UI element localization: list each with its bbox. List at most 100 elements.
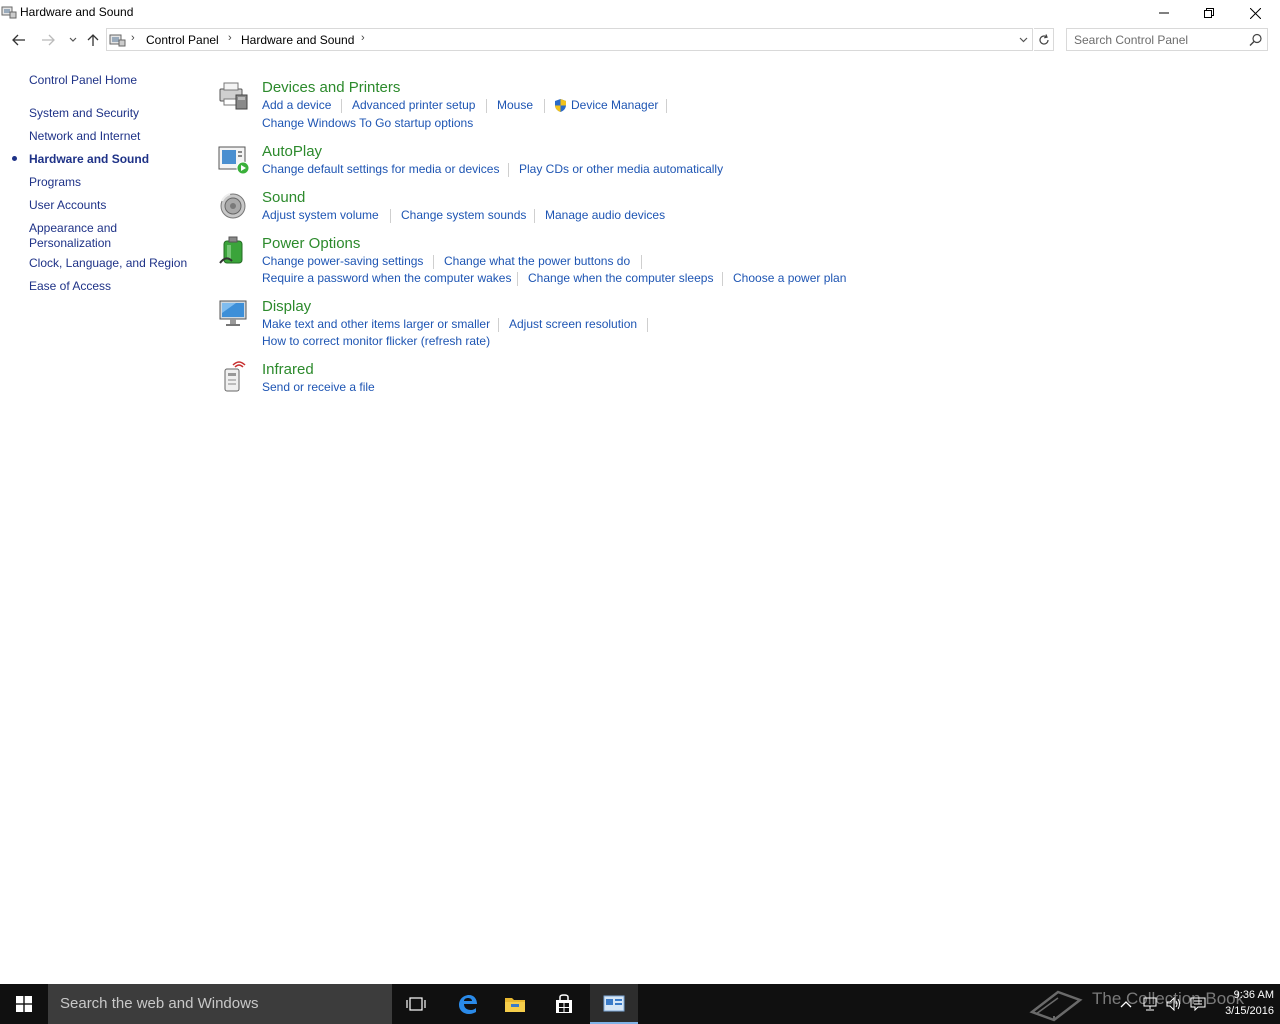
link-mouse[interactable]: Mouse	[497, 98, 533, 112]
link-add-a-device[interactable]: Add a device	[262, 98, 331, 112]
network-icon[interactable]	[1142, 996, 1158, 1012]
link-separator	[390, 209, 391, 223]
book-watermark-icon	[1029, 990, 1083, 1022]
taskbar-search-placeholder: Search the web and Windows	[60, 995, 259, 1012]
link-separator	[722, 272, 723, 286]
volume-icon[interactable]	[1166, 996, 1182, 1012]
taskbar: Search the web and Windows The Collectio…	[0, 984, 1280, 1024]
link-change-default-settings-for-media[interactable]: Change default settings for media or dev…	[262, 162, 499, 176]
link-adjust-screen-resolution[interactable]: Adjust screen resolution	[509, 317, 637, 331]
uac-shield-icon	[553, 98, 568, 113]
show-hidden-icons-chevron-icon[interactable]	[1118, 996, 1134, 1012]
infrared-icon[interactable]	[218, 361, 250, 393]
link-adjust-system-volume[interactable]: Adjust system volume	[262, 208, 379, 222]
link-play-cds-automatically[interactable]: Play CDs or other media automatically	[519, 162, 723, 176]
store-button[interactable]	[540, 984, 588, 1024]
restore-button[interactable]	[1186, 0, 1232, 26]
link-separator	[647, 318, 648, 332]
printer-icon[interactable]	[218, 79, 250, 111]
system-clock[interactable]: 9:36 AM 3/15/2016	[1208, 987, 1274, 1019]
minimize-button[interactable]	[1141, 0, 1187, 26]
link-separator	[486, 99, 487, 113]
breadcrumb-control-panel[interactable]: Control Panel	[146, 33, 219, 47]
nav-ease-of-access[interactable]: Ease of Access	[29, 279, 111, 294]
link-change-system-sounds[interactable]: Change system sounds	[401, 208, 526, 222]
nav-appearance-and-personalization[interactable]: Appearance and	[29, 221, 117, 236]
link-send-or-receive-a-file[interactable]: Send or receive a file	[262, 380, 375, 394]
link-choose-a-power-plan[interactable]: Choose a power plan	[733, 271, 846, 285]
nav-programs[interactable]: Programs	[29, 175, 81, 190]
control-panel-location-icon	[109, 32, 127, 48]
nav-hardware-and-sound[interactable]: Hardware and Sound	[29, 152, 149, 167]
link-require-password-on-wake[interactable]: Require a password when the computer wak…	[262, 271, 511, 285]
link-change-when-computer-sleeps[interactable]: Change when the computer sleeps	[528, 271, 713, 285]
clock-date: 3/15/2016	[1225, 1005, 1274, 1017]
taskbar-search-box[interactable]: Search the web and Windows	[48, 984, 392, 1024]
nav-clock-language-and-region[interactable]: Clock, Language, and Region	[29, 256, 187, 271]
category-title-infrared[interactable]: Infrared	[262, 361, 314, 378]
link-change-power-buttons[interactable]: Change what the power buttons do	[444, 254, 630, 268]
link-advanced-printer-setup[interactable]: Advanced printer setup	[352, 98, 475, 112]
link-change-power-saving-settings[interactable]: Change power-saving settings	[262, 254, 423, 268]
speaker-icon[interactable]	[218, 189, 250, 221]
monitor-icon[interactable]	[218, 298, 250, 330]
close-button[interactable]	[1232, 0, 1278, 26]
nav-control-panel-home[interactable]: Control Panel Home	[29, 73, 137, 88]
link-correct-monitor-flicker[interactable]: How to correct monitor flicker (refresh …	[262, 334, 490, 348]
clock-time: 9:36 AM	[1233, 989, 1274, 1001]
category-title-sound[interactable]: Sound	[262, 189, 305, 206]
control-panel-icon	[603, 995, 625, 1012]
edge-browser-icon	[459, 995, 477, 1014]
title-bar: Hardware and Sound	[0, 0, 1280, 26]
breadcrumb-hardware-and-sound[interactable]: Hardware and Sound	[241, 33, 354, 47]
link-separator	[508, 163, 509, 177]
link-separator	[544, 99, 545, 113]
breadcrumb-separator-icon[interactable]: ›	[361, 32, 365, 44]
nav-system-and-security[interactable]: System and Security	[29, 106, 139, 121]
file-explorer-icon	[505, 998, 525, 1012]
category-title-power-options[interactable]: Power Options	[262, 235, 360, 252]
edge-button[interactable]	[443, 984, 491, 1024]
back-button[interactable]	[9, 30, 29, 50]
nav-appearance-and-personalization-line2[interactable]: Personalization	[29, 236, 111, 251]
recent-locations-dropdown[interactable]	[63, 30, 83, 50]
link-separator	[534, 209, 535, 223]
link-change-windows-to-go-startup-options[interactable]: Change Windows To Go startup options	[262, 116, 473, 130]
action-center-icon[interactable]	[1190, 996, 1206, 1012]
link-make-text-larger[interactable]: Make text and other items larger or smal…	[262, 317, 490, 331]
task-view-icon	[406, 997, 426, 1011]
nav-network-and-internet[interactable]: Network and Internet	[29, 129, 140, 144]
link-separator	[341, 99, 342, 113]
window-title: Hardware and Sound	[20, 5, 134, 19]
category-title-autoplay[interactable]: AutoPlay	[262, 143, 322, 160]
start-button[interactable]	[0, 984, 48, 1024]
address-history-dropdown[interactable]	[1015, 32, 1031, 48]
battery-icon[interactable]	[218, 235, 250, 267]
link-device-manager[interactable]: Device Manager	[571, 98, 658, 112]
file-explorer-button[interactable]	[491, 984, 539, 1024]
category-title-display[interactable]: Display	[262, 298, 311, 315]
nav-user-accounts[interactable]: User Accounts	[29, 198, 106, 213]
refresh-button[interactable]	[1034, 28, 1054, 51]
control-panel-hardware-icon	[1, 4, 17, 20]
control-panel-taskbar-button[interactable]	[590, 984, 638, 1024]
navigation-bar: › Control Panel › Hardware and Sound ›	[0, 26, 1280, 54]
breadcrumb-separator-icon[interactable]: ›	[131, 32, 135, 44]
breadcrumb-separator-icon[interactable]: ›	[228, 32, 232, 44]
store-bag-icon	[556, 994, 572, 1013]
windows-logo-icon	[16, 996, 32, 1012]
up-button[interactable]	[83, 30, 103, 50]
link-separator	[517, 272, 518, 286]
task-view-button[interactable]	[392, 984, 440, 1024]
link-separator	[498, 318, 499, 332]
search-icon[interactable]	[1248, 32, 1264, 48]
link-separator	[666, 99, 667, 113]
search-input[interactable]	[1067, 29, 1247, 50]
category-title-devices-and-printers[interactable]: Devices and Printers	[262, 79, 400, 96]
search-box[interactable]	[1066, 28, 1268, 51]
forward-button[interactable]	[38, 30, 58, 50]
address-bar[interactable]: › Control Panel › Hardware and Sound ›	[106, 28, 1033, 51]
link-separator	[641, 255, 642, 269]
autoplay-icon[interactable]	[218, 143, 250, 175]
link-manage-audio-devices[interactable]: Manage audio devices	[545, 208, 665, 222]
